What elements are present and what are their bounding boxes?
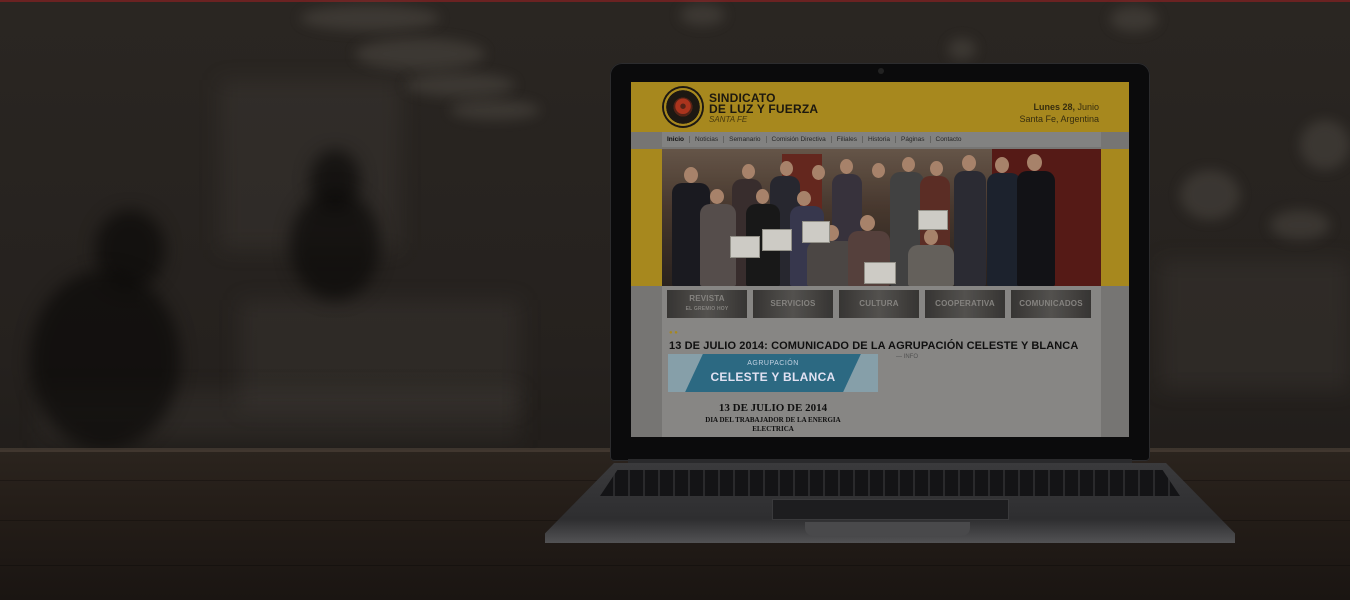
person-head xyxy=(962,155,976,171)
webcam-icon xyxy=(878,68,884,74)
person-head xyxy=(924,229,938,245)
right-rail xyxy=(1101,286,1129,437)
tile-revista-label: REVISTA xyxy=(689,294,725,303)
agrupacion-banner: AGRUPACIÓN CELESTE Y BLANCA xyxy=(668,354,878,392)
background-person xyxy=(290,190,380,300)
post-bullets: ● ● xyxy=(669,330,678,336)
background-person xyxy=(30,270,180,450)
main-nav: Inicio Noticias Semanario Comisión Direc… xyxy=(662,132,1101,147)
laptop-touchpad xyxy=(772,499,1009,520)
ceiling-light xyxy=(450,100,540,120)
person-head xyxy=(930,161,943,176)
hero-side-left xyxy=(631,149,662,286)
letter-subtitle: DIA DEL TRABAJADOR DE LA ENERGIA ELECTRI… xyxy=(668,416,878,434)
top-accent-line xyxy=(0,0,1350,2)
ceiling-light xyxy=(1110,6,1158,32)
letter-subtitle-line1: DIA DEL TRABAJADOR DE LA ENERGIA xyxy=(705,416,841,424)
tile-revista-sublabel: EL GREMIO HOY xyxy=(685,306,729,312)
ceiling-light xyxy=(355,38,485,70)
certificate xyxy=(864,262,896,284)
nav-item-contacto[interactable]: Contacto xyxy=(931,136,967,143)
person-head xyxy=(780,161,793,176)
left-rail xyxy=(631,286,662,437)
section-tiles: REVISTA EL GREMIO HOY SERVICIOS CULTURA … xyxy=(667,290,1097,318)
ceiling-light xyxy=(1270,210,1330,240)
person-head xyxy=(1027,154,1042,171)
person-head xyxy=(840,159,853,174)
laptop-keyboard xyxy=(600,470,1180,496)
person xyxy=(954,171,986,286)
letter-subtitle-line2: ELECTRICA xyxy=(752,425,794,433)
site-subtitle: SANTA FE xyxy=(709,115,748,124)
ceiling-light xyxy=(405,73,515,97)
tile-cooperativa[interactable]: COOPERATIVA xyxy=(925,290,1005,318)
letter-date: 13 DE JULIO DE 2014 xyxy=(718,402,828,414)
site-header: ⚙ SINDICATO DE LUZ Y FUERZA SANTA FE Lun… xyxy=(631,82,1129,132)
nav-item-paginas[interactable]: Páginas xyxy=(896,136,931,143)
site-name[interactable]: SINDICATO DE LUZ Y FUERZA xyxy=(709,92,819,116)
person-head xyxy=(756,189,769,204)
banner-big-text: CELESTE Y BLANCA xyxy=(710,370,836,384)
header-date: Lunes 28, Junio Santa Fe, Argentina xyxy=(1019,101,1099,125)
date-location: Santa Fe, Argentina xyxy=(1019,114,1099,124)
laptop-front-notch xyxy=(805,522,970,536)
nav-item-comision-directiva[interactable]: Comisión Directiva xyxy=(767,136,832,143)
person-head xyxy=(684,167,698,183)
laptop-screen: ⚙ SINDICATO DE LUZ Y FUERZA SANTA FE Lun… xyxy=(631,82,1129,437)
person-head xyxy=(995,157,1009,173)
ceiling-light xyxy=(948,38,976,60)
gear-icon: ⚙ xyxy=(666,86,700,127)
nav-item-noticias[interactable]: Noticias xyxy=(690,136,725,143)
person xyxy=(987,173,1021,286)
person-head xyxy=(860,215,875,231)
person xyxy=(908,245,954,286)
certificate xyxy=(762,229,792,251)
site-name-line2: DE LUZ Y FUERZA xyxy=(709,102,819,116)
person-head xyxy=(902,157,915,172)
tile-servicios[interactable]: SERVICIOS xyxy=(753,290,833,318)
post-meta: — INFO xyxy=(896,354,918,360)
nav-item-semanario[interactable]: Semanario xyxy=(724,136,767,143)
date-month: Junio xyxy=(1077,102,1099,112)
tile-comunicados[interactable]: COMUNICADOS xyxy=(1011,290,1091,318)
person-head xyxy=(812,165,825,180)
tile-revista[interactable]: REVISTA EL GREMIO HOY xyxy=(667,290,747,318)
hero-side-right xyxy=(1101,149,1129,286)
ceiling-light xyxy=(1300,120,1350,170)
banner-small-text: AGRUPACIÓN xyxy=(747,360,799,367)
person-head xyxy=(872,163,885,178)
certificate xyxy=(730,236,760,258)
ceiling-light xyxy=(1180,170,1240,220)
certificate xyxy=(802,221,830,243)
hero-group-photo xyxy=(662,149,1101,286)
gear-emblem-icon[interactable]: ⚙ xyxy=(664,88,702,126)
nav-item-historia[interactable]: Historia xyxy=(863,136,897,143)
person-head xyxy=(797,191,811,206)
background-shelf xyxy=(1160,260,1350,390)
wood-grain xyxy=(0,565,1350,566)
post-title[interactable]: 13 DE JULIO 2014: COMUNICADO DE LA AGRUP… xyxy=(669,340,1078,352)
nav-item-filiales[interactable]: Filiales xyxy=(832,136,863,143)
person-head xyxy=(742,164,755,179)
ceiling-light xyxy=(680,4,725,26)
person xyxy=(1017,171,1055,286)
date-day: Lunes 28, xyxy=(1033,102,1075,112)
ceiling-light xyxy=(300,5,440,31)
tile-cultura[interactable]: CULTURA xyxy=(839,290,919,318)
certificate xyxy=(918,210,948,230)
person-head xyxy=(710,189,724,204)
nav-item-inicio[interactable]: Inicio xyxy=(662,136,690,143)
